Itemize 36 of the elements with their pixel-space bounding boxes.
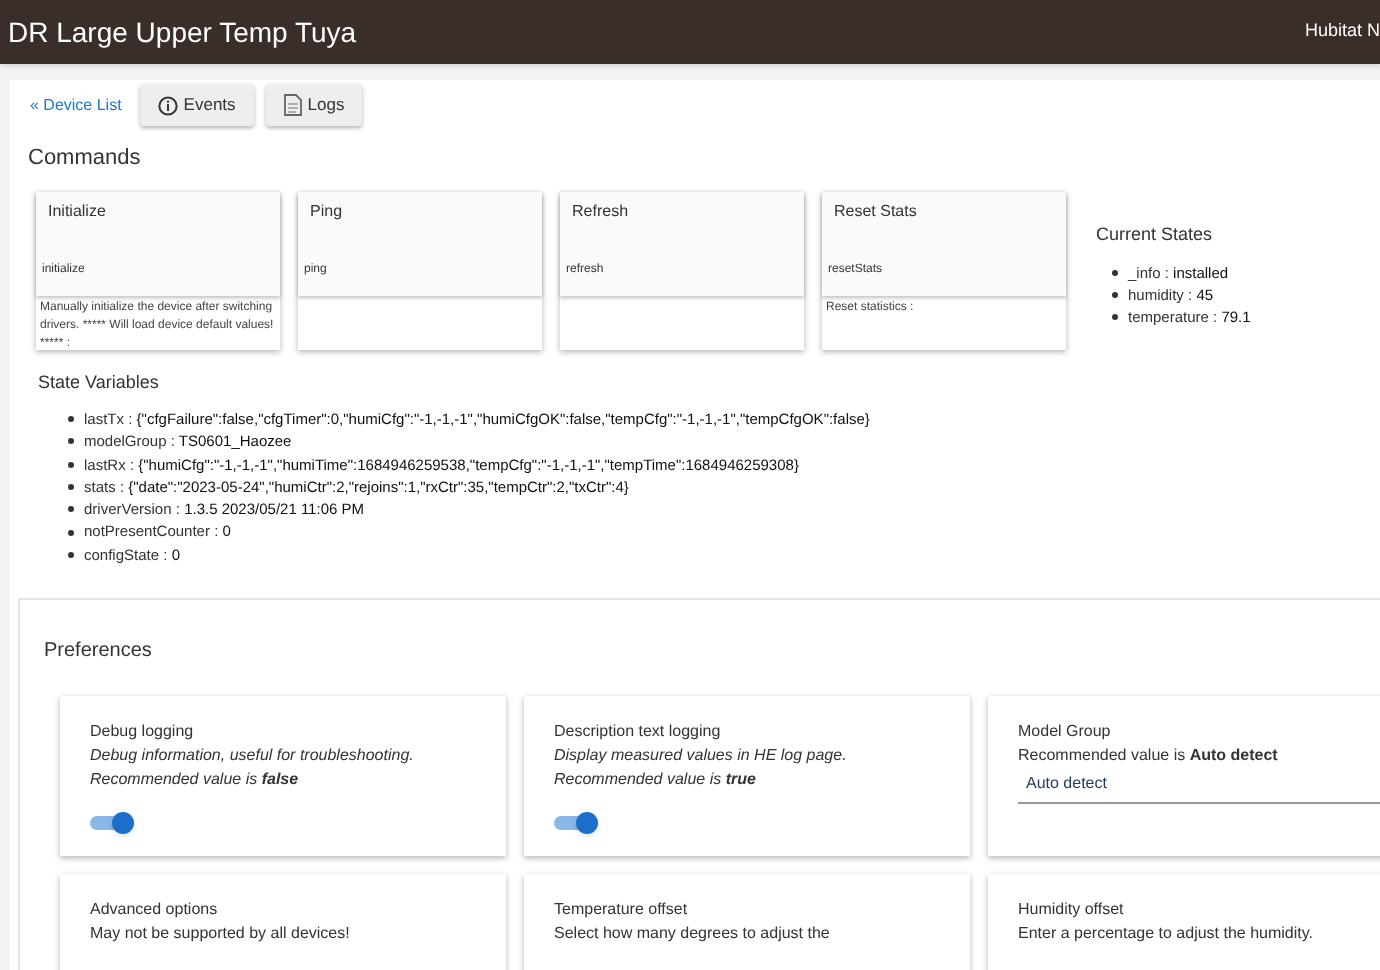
preferences-heading: Preferences	[44, 638, 152, 667]
toggle-switch[interactable]	[90, 810, 134, 835]
bullet-icon	[68, 461, 74, 468]
bullet-icon	[1112, 314, 1118, 320]
bullet-icon	[1112, 270, 1118, 276]
hub-name: Hubitat N	[1304, 18, 1380, 45]
preference-description: Recommended value is Auto detect	[1018, 744, 1280, 769]
state-variables-heading: State Variables	[38, 370, 159, 396]
info-icon	[157, 95, 178, 115]
document-icon	[283, 94, 302, 116]
device-list-link[interactable]: « Device List	[28, 93, 124, 117]
bullet-icon	[68, 506, 74, 513]
preference-description: Display measured values in HE log page. Recommended value is true	[554, 744, 849, 793]
commands-heading: Commands	[28, 144, 141, 174]
logs-button[interactable]: Logs	[265, 84, 363, 126]
events-button[interactable]: Events	[139, 84, 254, 126]
device-title: DR Large Upper Temp Tuya	[8, 13, 357, 52]
preference-title: Debug logging	[90, 720, 196, 745]
preference-title: Advanced options	[90, 898, 220, 923]
preference-description: Debug information, useful for troubleshooting. Recommended value is false	[90, 744, 416, 793]
bullet-icon	[68, 438, 74, 445]
model-group-select[interactable]: Auto detect	[1018, 772, 1380, 805]
bullet-icon	[68, 551, 74, 558]
preference-description: Enter a percentage to adjust the humidity.	[1018, 922, 1315, 947]
bullet-icon	[68, 484, 74, 491]
preference-description: May not be supported by all devices!	[90, 922, 352, 947]
preference-title: Humidity offset	[1018, 898, 1126, 923]
preference-title: Model Group	[1018, 720, 1113, 745]
bullet-icon	[1112, 292, 1118, 298]
bullet-icon	[68, 416, 74, 423]
preference-title: Description text logging	[554, 720, 723, 745]
current-states-heading: Current States	[1096, 222, 1213, 248]
preference-title: Temperature offset	[554, 898, 690, 923]
preference-description: Select how many degrees to adjust the	[554, 922, 832, 947]
toggle-switch[interactable]	[554, 810, 598, 835]
bullet-icon	[68, 529, 74, 536]
